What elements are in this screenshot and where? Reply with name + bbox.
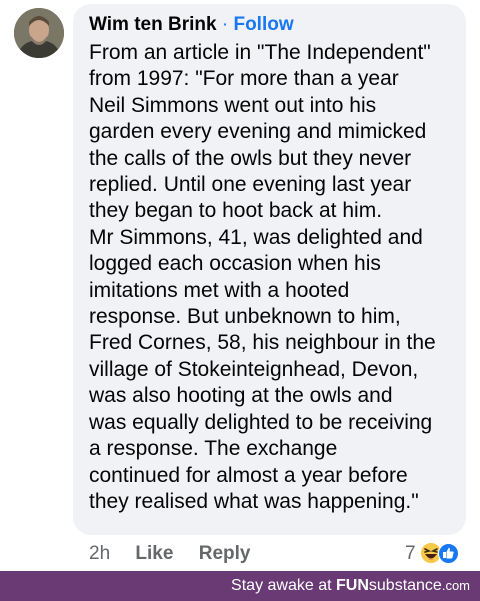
comment-text: From an article in "The Independent" fro… (89, 41, 436, 513)
author-name[interactable]: Wim ten Brink (89, 14, 217, 35)
timestamp[interactable]: 2h (89, 540, 110, 568)
comment-actions: 2h Like Reply (89, 540, 270, 568)
watermark-footer: Stay awake at FUNsubstance.com (0, 571, 480, 601)
reaction-summary[interactable]: 7 (405, 540, 460, 568)
like-thumb-icon (438, 543, 460, 564)
watermark-text: Stay awake at FUNsubstance.com (231, 571, 470, 601)
reaction-count: 7 (405, 543, 416, 564)
like-button[interactable]: Like (135, 540, 173, 568)
brand-substance: substance (368, 577, 442, 594)
avatar[interactable] (14, 8, 64, 58)
follow-button[interactable]: Follow (233, 14, 293, 35)
separator-dot: · (221, 14, 229, 35)
reaction-icons (420, 542, 460, 566)
comment-bubble: Wim ten Brink · Follow From an article i… (73, 4, 466, 535)
comment-header: Wim ten Brink · Follow (89, 12, 294, 38)
brand-com: .com (441, 578, 470, 593)
watermark-prefix: Stay awake at (231, 577, 336, 594)
profile-photo-icon (14, 8, 64, 58)
reply-button[interactable]: Reply (199, 540, 251, 568)
brand-fun: FUN (336, 577, 369, 594)
